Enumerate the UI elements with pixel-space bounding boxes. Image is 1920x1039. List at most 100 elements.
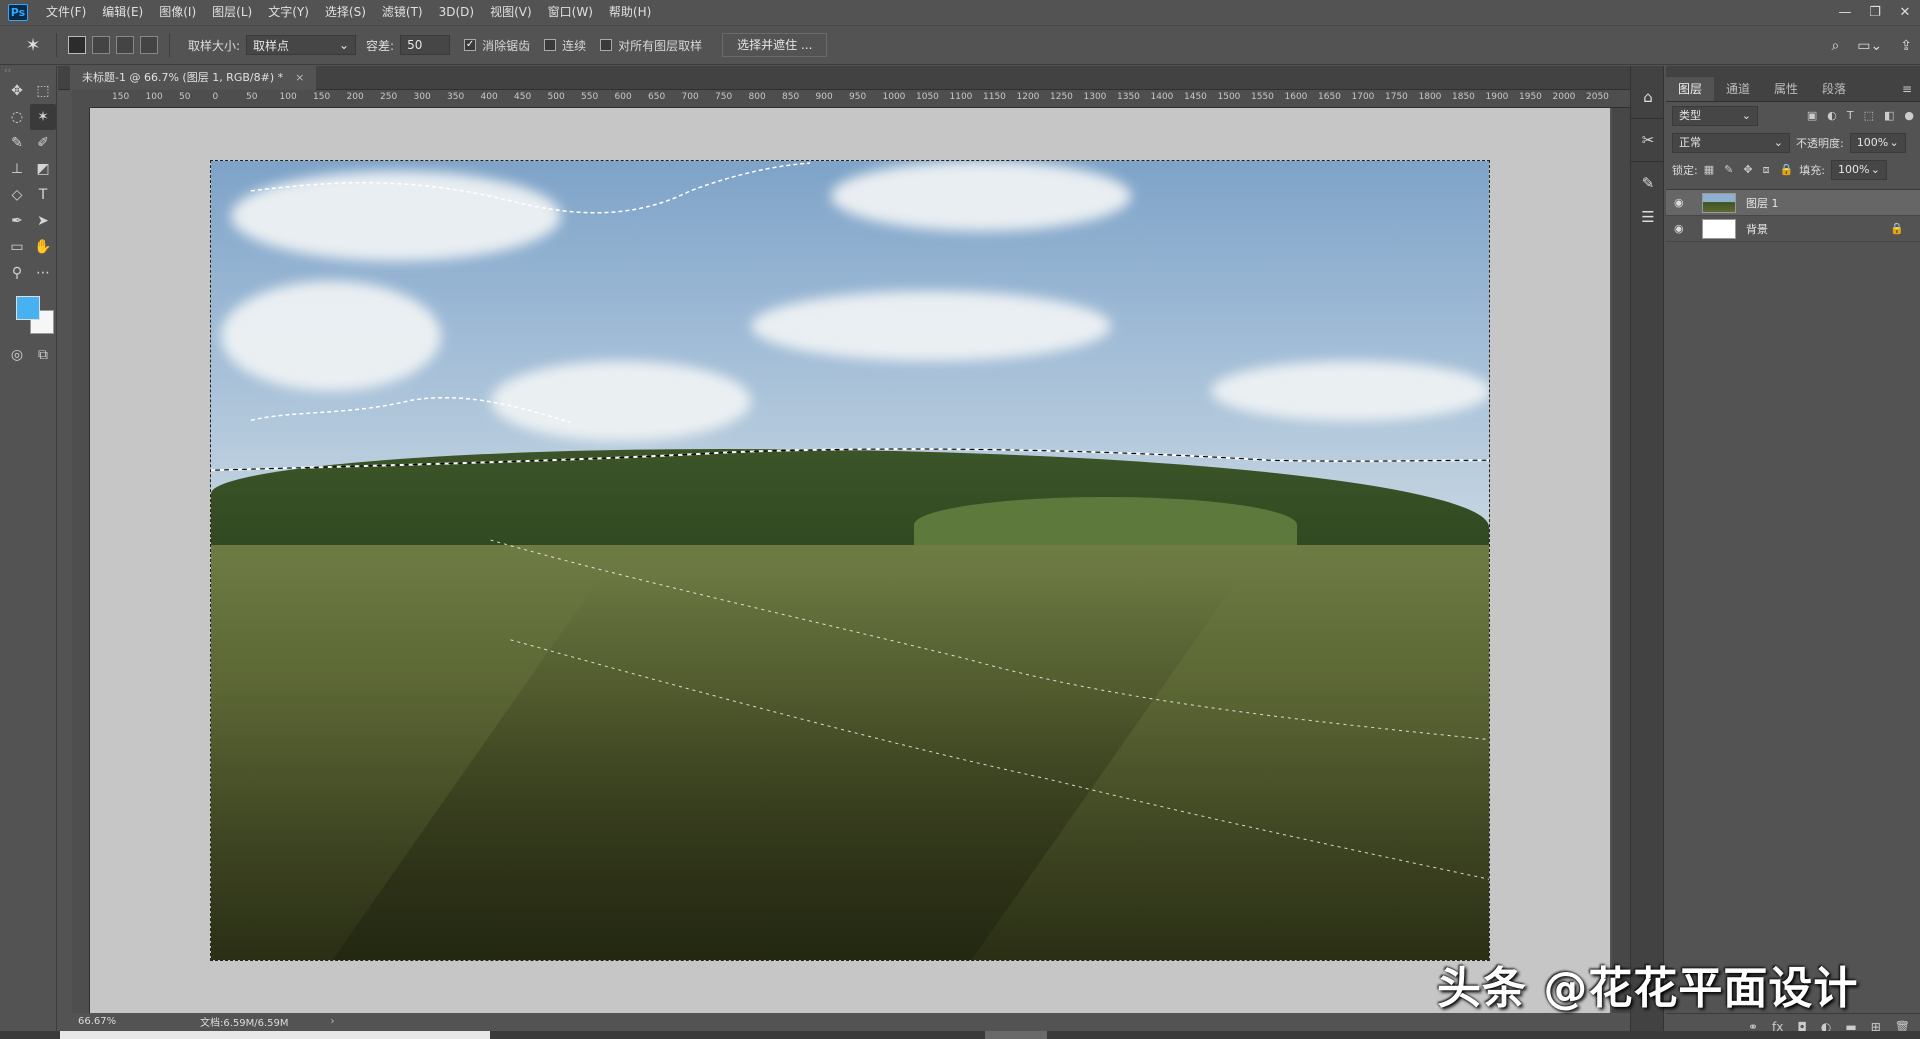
quick-mask-icon[interactable]: ◎: [4, 342, 30, 368]
sample-all-layers-checkbox[interactable]: 对所有图层取样: [600, 37, 702, 54]
restore-button[interactable]: ❐: [1860, 0, 1890, 25]
pen-tool-icon[interactable]: ✒: [4, 208, 30, 234]
ruler-tick-label: 1150: [983, 92, 1006, 102]
magic-wand-preset-icon[interactable]: ✶: [18, 31, 48, 59]
new-selection-button[interactable]: [68, 36, 86, 54]
menu-layer[interactable]: 图层(L): [204, 0, 260, 25]
brush-settings-icon[interactable]: ✎: [1631, 166, 1665, 200]
share-icon[interactable]: ⇪: [1900, 38, 1912, 54]
vertical-ruler[interactable]: [72, 108, 90, 1016]
sample-size-select[interactable]: 取样点 ⌄: [246, 35, 357, 55]
document-tab[interactable]: 未标题-1 @ 66.7% (图层 1, RGB/8#) * ×: [70, 66, 317, 90]
menu-image[interactable]: 图像(I): [151, 0, 204, 25]
menu-select[interactable]: 选择(S): [317, 0, 374, 25]
zoom-tool-icon[interactable]: ⚲: [4, 260, 30, 286]
tool-presets-icon[interactable]: ✂: [1631, 123, 1665, 157]
close-tab-icon[interactable]: ×: [295, 71, 304, 84]
history-panel-icon[interactable]: ⌂: [1631, 80, 1665, 114]
ruler-tick-label: 1600: [1284, 92, 1308, 102]
lock-pixels-icon[interactable]: ✎: [1724, 163, 1733, 177]
tab-paragraph[interactable]: 段落: [1810, 77, 1858, 101]
marquee-tool-icon[interactable]: ⬚: [30, 78, 56, 104]
adjustments-icon[interactable]: ☰: [1631, 200, 1665, 234]
tolerance-input[interactable]: 50: [400, 35, 451, 55]
workspace-icon[interactable]: ▭⌄: [1857, 38, 1882, 54]
menu-window[interactable]: 窗口(W): [540, 0, 601, 25]
menu-view[interactable]: 视图(V): [482, 0, 540, 25]
select-and-mask-button[interactable]: 选择并遮住 ...: [722, 33, 828, 57]
subtract-selection-button[interactable]: [116, 36, 134, 54]
layer-filter-select[interactable]: 类型 ⌄: [1672, 105, 1758, 126]
close-window-button[interactable]: ✕: [1890, 0, 1920, 25]
filter-toggle-icon[interactable]: ●: [1904, 109, 1914, 122]
ruler-tick-label: 1950: [1519, 92, 1542, 102]
search-icon[interactable]: ⌕: [1831, 38, 1839, 54]
blend-mode-select[interactable]: 正常 ⌄: [1672, 132, 1790, 153]
fill-input[interactable]: 100% ⌄: [1830, 159, 1887, 180]
panel-grip[interactable]: [1666, 66, 1920, 76]
pixel-filter-icon[interactable]: ▣: [1807, 109, 1817, 122]
menu-filter[interactable]: 滤镜(T): [374, 0, 431, 25]
ruler-tick-label: 1200: [1016, 92, 1040, 102]
lasso-tool-icon[interactable]: ◌: [4, 104, 30, 130]
screen-mode-icon[interactable]: ⧉: [30, 342, 56, 368]
intersect-selection-button[interactable]: [140, 36, 158, 54]
adjustment-filter-icon[interactable]: ◐: [1827, 109, 1837, 122]
eraser-tool-icon[interactable]: ◩: [30, 156, 56, 182]
photoshop-logo[interactable]: Ps: [8, 4, 28, 21]
hand-tool-icon[interactable]: ✋: [30, 234, 56, 260]
ruler-tick-label: 1350: [1117, 92, 1140, 102]
lock-all-icon[interactable]: 🔒: [1780, 163, 1794, 177]
status-menu-arrow[interactable]: ›: [331, 1016, 335, 1027]
minimize-button[interactable]: —: [1830, 0, 1860, 25]
rectangle-tool-icon[interactable]: ▭: [4, 234, 30, 260]
type-tool-icon[interactable]: T: [30, 182, 56, 208]
bottom-strip-block: [985, 1031, 1047, 1039]
tab-properties[interactable]: 属性: [1762, 77, 1810, 101]
menu-type[interactable]: 文字(Y): [260, 0, 317, 25]
horizontal-ruler[interactable]: 150 100 50 0 50 100 150 200 250 300 350 400 450 500 55…: [90, 90, 1630, 108]
document-image[interactable]: [210, 160, 1490, 961]
layer-row-layer-1[interactable]: ◉ 图层 1: [1666, 190, 1920, 216]
menu-3d[interactable]: 3D(D): [431, 0, 482, 25]
magic-wand-tool-icon[interactable]: ✶: [30, 104, 56, 130]
layer-row-background[interactable]: ◉ 背景 🔒: [1666, 216, 1920, 242]
vertical-scrollbar[interactable]: [1612, 108, 1630, 1013]
antialias-checkbox[interactable]: ✓ 消除锯齿: [464, 37, 530, 54]
lock-artboard-icon[interactable]: ⧈: [1763, 163, 1770, 177]
ruler-tick-label: 300: [413, 92, 431, 102]
smart-object-filter-icon[interactable]: ◧: [1884, 109, 1894, 122]
toolbar-grip[interactable]: ‹‹: [0, 66, 56, 78]
contiguous-checkbox[interactable]: 连续: [544, 37, 586, 54]
lock-position-icon[interactable]: ✥: [1743, 163, 1752, 177]
clone-stamp-tool-icon[interactable]: ⊥: [4, 156, 30, 182]
visibility-eye-icon[interactable]: ◉: [1674, 222, 1690, 235]
ruler-tick-label: 850: [782, 92, 800, 102]
menu-file[interactable]: 文件(F): [38, 0, 94, 25]
ruler-tick-label: 2050: [1586, 92, 1609, 102]
menu-edit[interactable]: 编辑(E): [94, 0, 151, 25]
paint-bucket-tool-icon[interactable]: ◇: [4, 182, 30, 208]
fill-label: 填充:: [1799, 163, 1825, 177]
add-selection-button[interactable]: [92, 36, 110, 54]
lock-transparency-icon[interactable]: ▦: [1704, 163, 1714, 177]
checkbox-empty-icon: [600, 39, 613, 51]
foreground-color-swatch[interactable]: [16, 296, 40, 320]
panel-menu-icon[interactable]: ≡: [1894, 77, 1920, 101]
tab-channels[interactable]: 通道: [1714, 77, 1762, 101]
menu-help[interactable]: 帮助(H): [601, 0, 659, 25]
move-tool-icon[interactable]: ✥: [4, 78, 30, 104]
separator: [169, 33, 170, 57]
eyedropper-tool-icon[interactable]: ✎: [4, 130, 30, 156]
visibility-eye-icon[interactable]: ◉: [1674, 196, 1690, 209]
layer-thumbnail: [1702, 218, 1736, 239]
zoom-level[interactable]: 66.67%: [58, 1016, 130, 1027]
opacity-input[interactable]: 100% ⌄: [1849, 132, 1906, 153]
tab-layers[interactable]: 图层: [1666, 77, 1715, 101]
path-selection-tool-icon[interactable]: ➤: [30, 208, 56, 234]
more-tools-icon[interactable]: ⋯: [30, 260, 56, 286]
ruler-tick-label: 100: [279, 92, 297, 102]
type-filter-icon[interactable]: T: [1847, 109, 1854, 122]
shape-filter-icon[interactable]: ⬚: [1864, 109, 1874, 122]
healing-brush-tool-icon[interactable]: ✐: [30, 130, 56, 156]
